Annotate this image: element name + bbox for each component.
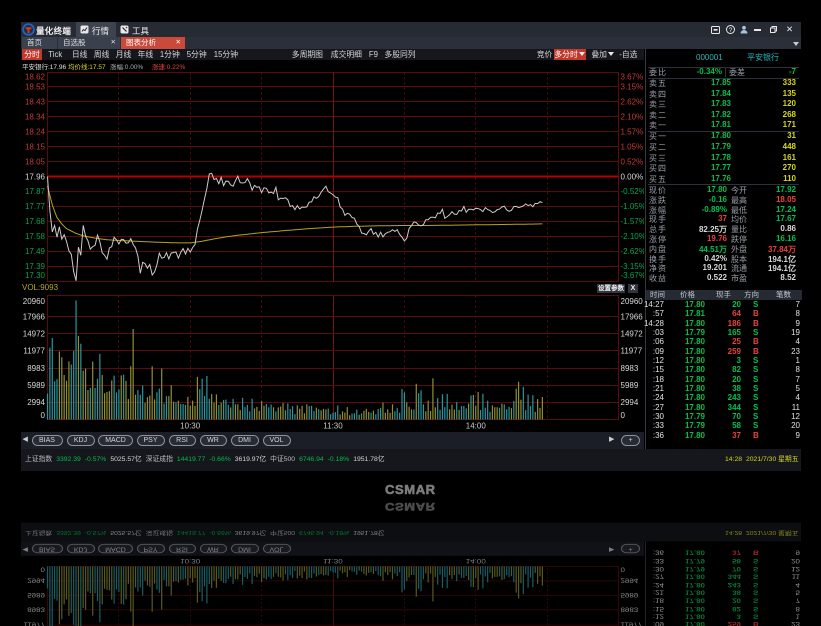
svg-text:0.52%: 0.52% [621, 157, 644, 166]
svg-text:5989: 5989 [27, 381, 45, 390]
svg-text:18.43: 18.43 [25, 98, 46, 107]
svg-text:17.77: 17.77 [25, 202, 46, 211]
svg-text:5989: 5989 [27, 592, 45, 600]
svg-text:17.49: 17.49 [25, 247, 46, 256]
svg-text:0: 0 [41, 411, 46, 420]
svg-text:11977: 11977 [23, 621, 45, 626]
svg-text:18.62: 18.62 [25, 73, 46, 82]
svg-text:17.96: 17.96 [25, 172, 46, 181]
svg-text:8983: 8983 [27, 364, 45, 373]
svg-text:2.10%: 2.10% [621, 113, 644, 122]
svg-text:17.30: 17.30 [25, 271, 46, 280]
svg-text:5989: 5989 [621, 381, 639, 390]
svg-text:20960: 20960 [23, 297, 46, 306]
svg-text:2994: 2994 [621, 398, 639, 407]
svg-text:-1.05%: -1.05% [621, 202, 645, 211]
svg-text:18.05: 18.05 [25, 157, 46, 166]
svg-text:11:30: 11:30 [323, 557, 342, 565]
svg-text:18.53: 18.53 [25, 83, 46, 92]
svg-text:17.87: 17.87 [25, 187, 46, 196]
svg-text:-2.62%: -2.62% [621, 247, 645, 256]
svg-text:-1.57%: -1.57% [621, 217, 645, 226]
svg-text:17.39: 17.39 [25, 262, 46, 271]
svg-text:1.57%: 1.57% [621, 128, 644, 137]
svg-text:10:30: 10:30 [180, 422, 201, 431]
svg-text:11977: 11977 [23, 347, 45, 356]
svg-text:8983: 8983 [621, 364, 639, 373]
svg-text:?: ? [729, 27, 733, 34]
svg-text:0: 0 [621, 411, 626, 420]
svg-text:-0.52%: -0.52% [621, 187, 645, 196]
svg-text:0.00%: 0.00% [621, 172, 644, 181]
svg-text:17966: 17966 [621, 312, 644, 321]
svg-text:11977: 11977 [621, 347, 643, 356]
svg-text:1.05%: 1.05% [621, 142, 644, 151]
svg-text:3.67%: 3.67% [621, 73, 644, 82]
svg-text:17.68: 17.68 [25, 217, 46, 226]
svg-text:20960: 20960 [621, 297, 644, 306]
svg-text:10:30: 10:30 [180, 557, 200, 565]
svg-text:8983: 8983 [621, 606, 639, 614]
svg-text:5989: 5989 [621, 592, 639, 600]
svg-text:8983: 8983 [27, 606, 45, 614]
svg-text:3.15%: 3.15% [621, 83, 644, 92]
svg-text:11:30: 11:30 [323, 422, 343, 431]
svg-text:-3.67%: -3.67% [621, 271, 645, 280]
svg-text:17966: 17966 [23, 312, 46, 321]
svg-text:17.58: 17.58 [25, 232, 46, 241]
svg-text:0: 0 [41, 566, 45, 574]
svg-text:18.24: 18.24 [25, 128, 46, 137]
svg-text:-3.15%: -3.15% [621, 262, 645, 271]
svg-text:2994: 2994 [27, 577, 45, 585]
svg-text:0: 0 [621, 566, 625, 574]
svg-text:14:00: 14:00 [466, 557, 486, 565]
svg-text:14972: 14972 [621, 330, 644, 339]
svg-text:18.34: 18.34 [25, 113, 46, 122]
svg-text:18.15: 18.15 [25, 142, 46, 151]
svg-text:11977: 11977 [621, 621, 643, 626]
svg-text:14:00: 14:00 [466, 422, 487, 431]
svg-text:2994: 2994 [27, 398, 45, 407]
svg-text:14972: 14972 [23, 330, 46, 339]
svg-text:-2.10%: -2.10% [621, 232, 645, 241]
svg-text:2.62%: 2.62% [621, 98, 644, 107]
svg-text:2994: 2994 [621, 577, 639, 585]
